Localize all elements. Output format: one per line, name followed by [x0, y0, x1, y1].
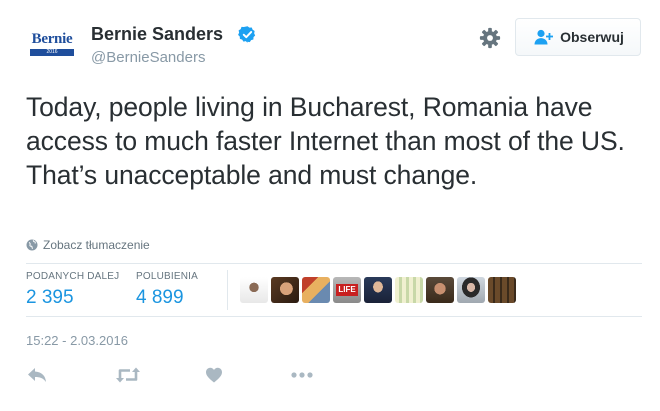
tweet-header: Bernie 2016 Bernie Sanders @BernieSander… — [0, 0, 660, 80]
liker-avatar[interactable] — [302, 277, 330, 303]
likes-label: POLUBIENIA — [136, 271, 199, 282]
liker-avatar[interactable] — [457, 277, 485, 303]
tweet-timestamp[interactable]: 15:22 - 2.03.2016 — [26, 333, 128, 348]
divider-top — [26, 263, 642, 264]
gear-icon[interactable] — [479, 27, 501, 49]
more-icon[interactable] — [290, 366, 314, 384]
globe-icon — [26, 239, 38, 251]
avatar-logo-bar: 2016 — [30, 49, 74, 56]
follow-button-label: Obserwuj — [560, 29, 624, 45]
add-user-icon — [534, 29, 554, 45]
reply-icon[interactable] — [26, 366, 48, 384]
translate-link[interactable]: Zobacz tłumaczenie — [26, 238, 150, 252]
likes-count[interactable]: 4 899 — [136, 286, 198, 310]
liker-avatars: LIFE — [240, 277, 516, 303]
stats-separator — [227, 270, 228, 310]
liker-avatar[interactable]: LIFE — [333, 277, 361, 303]
retweet-icon[interactable] — [115, 366, 141, 384]
retweets-stat[interactable]: PODANYCH DALEJ 2 395 — [26, 271, 119, 310]
user-name[interactable]: Bernie Sanders — [91, 23, 223, 45]
liker-avatar[interactable] — [426, 277, 454, 303]
retweets-label: PODANYCH DALEJ — [26, 271, 120, 282]
avatar[interactable]: Bernie 2016 — [26, 24, 78, 64]
likes-stat[interactable]: POLUBIENIA 4 899 — [136, 271, 198, 310]
divider-bottom — [26, 316, 642, 317]
like-icon[interactable] — [205, 366, 223, 384]
translate-label: Zobacz tłumaczenie — [43, 238, 150, 252]
liker-avatar[interactable] — [488, 277, 516, 303]
liker-avatar[interactable] — [240, 277, 268, 303]
liker-avatar[interactable] — [364, 277, 392, 303]
liker-avatar[interactable] — [271, 277, 299, 303]
tweet-text: Today, people living in Bucharest, Roman… — [26, 92, 625, 190]
tweet-actions — [26, 366, 326, 386]
follow-button[interactable]: Obserwuj — [515, 18, 641, 56]
user-handle[interactable]: @BernieSanders — [91, 49, 205, 67]
retweets-count[interactable]: 2 395 — [26, 286, 119, 310]
verified-badge-icon — [238, 26, 256, 43]
avatar-logo-text: Bernie — [31, 31, 73, 47]
liker-avatar[interactable] — [395, 277, 423, 303]
